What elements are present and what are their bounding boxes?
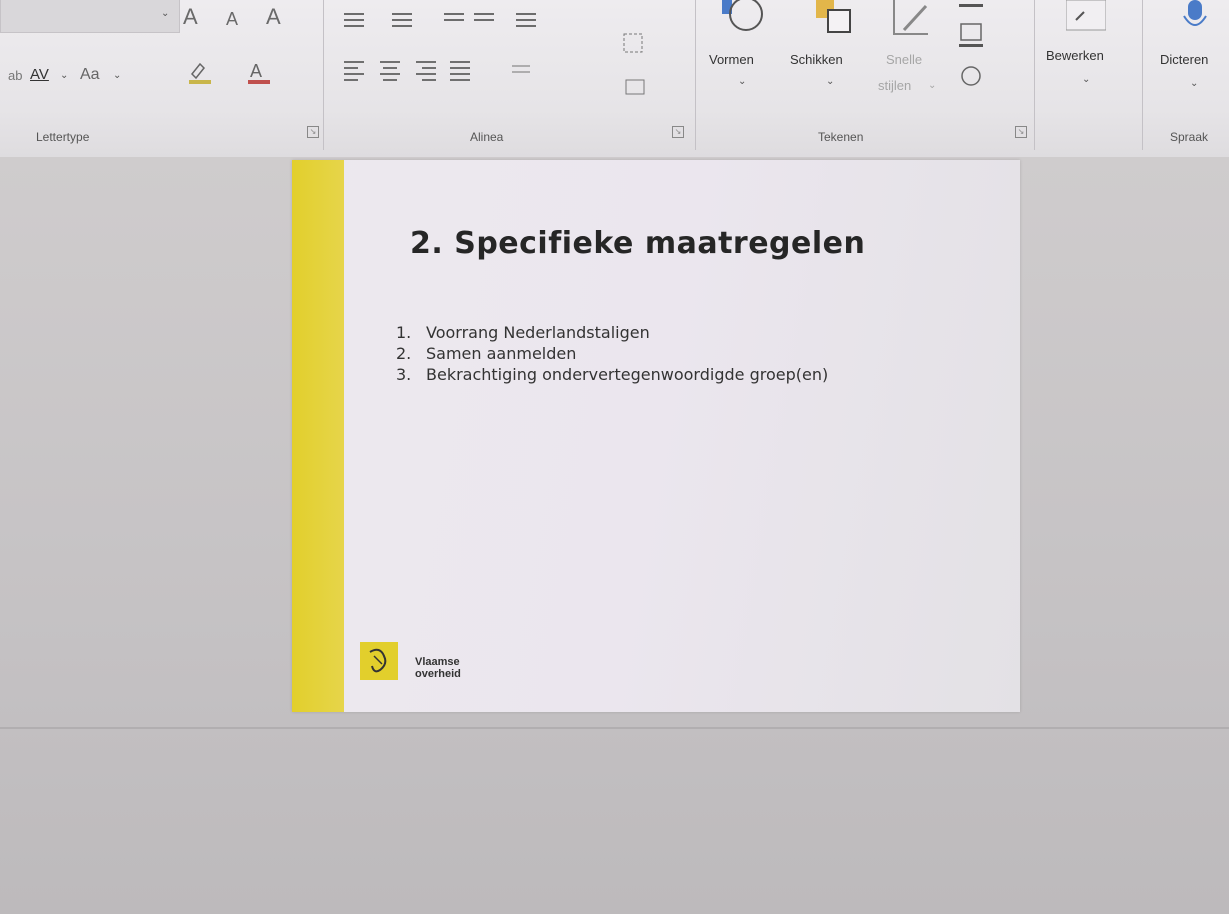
group-label-tekenen: Tekenen — [818, 130, 864, 144]
logo-text: Vlaamse overheid — [415, 656, 461, 680]
group-label-lettertype: Lettertype — [36, 130, 90, 144]
font-dialog-launcher-icon[interactable]: ↘ — [307, 126, 319, 138]
snelle-stijlen-button[interactable]: Snelle — [886, 52, 922, 67]
shapes-icon — [720, 0, 770, 40]
group-separator — [1034, 0, 1035, 150]
slide-accent-bar — [292, 160, 344, 712]
list-item-text: Bekrachtiging ondervertegenwoordigde gro… — [426, 365, 829, 384]
group-label-alinea: Alinea — [470, 130, 504, 144]
shrink-font-button[interactable]: A — [226, 8, 238, 30]
shape-fill-outline-effects-buttons[interactable] — [955, 2, 1015, 102]
list-number: 2. — [396, 344, 412, 363]
slide-canvas[interactable]: 2. Specifieke maatregelen 1. Voorrang Ned… — [292, 160, 1020, 712]
drawing-dialog-launcher-icon[interactable]: ↘ — [1015, 126, 1027, 138]
notes-pane-divider[interactable] — [0, 727, 1229, 729]
chevron-down-icon: ⌄ — [60, 70, 69, 81]
list-item-text: Voorrang Nederlandstaligen — [426, 323, 650, 342]
snelle-stijlen-label: stijlen — [878, 78, 912, 93]
arrange-icon — [812, 0, 862, 40]
group-separator — [695, 0, 696, 150]
vormen-button[interactable]: Vormen — [709, 52, 754, 67]
quick-styles-icon — [890, 0, 940, 40]
character-spacing-button[interactable]: AV — [30, 66, 49, 83]
strikethrough-icon[interactable]: ab — [8, 68, 22, 83]
list-item[interactable]: 2. Samen aanmelden — [396, 343, 828, 364]
paragraph-dialog-launcher-icon[interactable]: ↘ — [672, 126, 684, 138]
chevron-down-icon: ⌄ — [1082, 74, 1091, 85]
list-item-text: Samen aanmelden — [426, 344, 577, 363]
list-buttons-row — [340, 6, 640, 36]
chevron-down-icon: ⌄ — [161, 8, 170, 19]
list-item[interactable]: 3. Bekrachtiging ondervertegenwoordigde g… — [396, 364, 828, 385]
font-color-button[interactable]: A — [246, 60, 274, 86]
dicteren-button[interactable]: Dicteren — [1160, 52, 1208, 67]
group-label-spraak: Spraak — [1170, 130, 1209, 144]
list-number: 1. — [396, 323, 412, 342]
schikken-button[interactable]: Schikken — [790, 52, 843, 67]
logo-line-1: Vlaamse — [415, 656, 460, 668]
bewerken-button[interactable]: Bewerken — [1046, 48, 1104, 63]
slide-bullet-list[interactable]: 1. Voorrang Nederlandstaligen 2. Samen aan… — [396, 322, 828, 385]
font-name-dropdown[interactable]: ⌄ — [0, 0, 180, 33]
chevron-down-icon: ⌄ — [738, 76, 747, 87]
logo-line-2: overheid — [415, 668, 461, 680]
chevron-down-icon: ⌄ — [113, 70, 122, 81]
grow-font-button[interactable]: A — [183, 6, 198, 28]
chevron-down-icon: ⌄ — [928, 80, 937, 91]
slide-title[interactable]: 2. Specifieke maatregelen — [410, 226, 865, 261]
list-item[interactable]: 1. Voorrang Nederlandstaligen — [396, 322, 828, 343]
clear-formatting-button[interactable]: A — [266, 6, 281, 28]
group-separator — [1142, 0, 1143, 150]
group-separator — [323, 0, 324, 150]
chevron-down-icon: ⌄ — [826, 76, 835, 87]
list-number: 3. — [396, 365, 412, 384]
text-direction-buttons[interactable] — [618, 26, 678, 102]
highlight-color-button[interactable] — [186, 60, 214, 86]
change-case-button[interactable]: Aa — [80, 66, 100, 84]
alignment-buttons[interactable] — [340, 56, 570, 86]
chevron-down-icon: ⌄ — [1190, 78, 1199, 89]
ribbon: ⌄ A A A ab AV ⌄ Aa ⌄ A Lettertype ↘ Alin… — [0, 0, 1229, 157]
microphone-icon — [1180, 0, 1210, 34]
vlaamse-overheid-lion-icon — [360, 642, 398, 680]
svg-text:A: A — [250, 61, 262, 81]
search-icon — [1065, 0, 1107, 34]
